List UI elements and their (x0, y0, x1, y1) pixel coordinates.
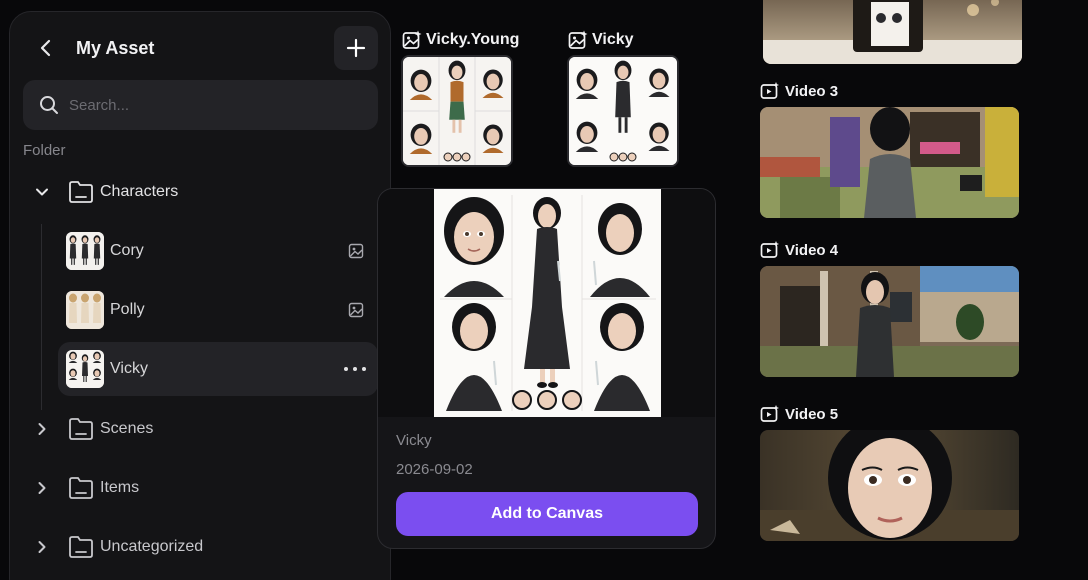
asset-title-vicky-young: Vicky.Young (402, 30, 519, 50)
character-label: Polly (110, 301, 145, 318)
image-icon (348, 302, 364, 318)
character-thumbnail (66, 350, 104, 388)
folder-items[interactable]: Items (10, 468, 390, 508)
video-thumbnail-3[interactable] (760, 107, 1019, 218)
character-thumbnail (66, 232, 104, 270)
character-label: Cory (110, 242, 144, 259)
folder-label: Scenes (100, 420, 154, 437)
character-item-polly[interactable]: Polly (58, 283, 378, 337)
search-input[interactable] (69, 80, 359, 130)
asset-panel: My Asset Folder Characters (9, 11, 391, 580)
video-title-4: Video 4 (760, 241, 838, 259)
add-to-canvas-button[interactable]: Add to Canvas (396, 492, 698, 536)
folder-label: Characters (100, 183, 179, 200)
asset-preview-popover: Vicky 2026-09-02 Add to Canvas (377, 188, 716, 549)
video-thumbnail-5[interactable] (760, 430, 1019, 541)
asset-title-vicky: Vicky (568, 30, 634, 50)
folder-scenes[interactable]: Scenes (10, 409, 390, 449)
folder-label: Uncategorized (100, 538, 204, 555)
preview-asset-date: 2026-09-02 (396, 461, 473, 478)
panel-title: My Asset (76, 38, 155, 58)
folder-icon (69, 181, 93, 203)
folder-icon (69, 477, 93, 499)
character-thumbnail (66, 291, 104, 329)
folder-icon (69, 536, 93, 558)
video-title-3: Video 3 (760, 82, 838, 100)
video-sparkle-icon (760, 82, 779, 99)
folder-section-label: Folder (23, 142, 66, 159)
asset-thumbnail-vicky-young[interactable] (401, 55, 513, 167)
video-thumbnail-previous[interactable] (763, 0, 1022, 64)
tree-guide-line (41, 224, 42, 410)
video-label: Video 3 (785, 82, 839, 100)
video-thumbnail-4[interactable] (760, 266, 1019, 377)
folder-icon (69, 418, 93, 440)
character-item-cory[interactable]: Cory (58, 224, 378, 278)
video-sparkle-icon (760, 405, 779, 422)
chevron-right-icon (38, 482, 46, 494)
chevron-right-icon (38, 541, 46, 553)
video-label: Video 4 (785, 241, 839, 259)
asset-label: Vicky (592, 31, 634, 48)
search-icon (40, 96, 58, 114)
image-icon (348, 243, 364, 259)
preview-asset-name: Vicky (396, 432, 432, 449)
video-title-5: Video 5 (760, 405, 838, 423)
folder-characters[interactable]: Characters (10, 172, 390, 212)
folder-label: Items (100, 479, 140, 496)
more-options-icon[interactable] (344, 359, 366, 379)
chevron-right-icon (38, 423, 46, 435)
add-asset-button[interactable] (334, 26, 378, 70)
plus-icon (346, 38, 366, 58)
image-sparkle-icon (402, 30, 422, 49)
folder-uncategorized[interactable]: Uncategorized (10, 527, 390, 567)
character-item-vicky[interactable]: Vicky (58, 342, 378, 396)
asset-thumbnail-vicky[interactable] (567, 55, 679, 167)
video-label: Video 5 (785, 405, 839, 423)
asset-label: Vicky.Young (426, 31, 520, 48)
character-sheet-preview (434, 189, 661, 417)
search-box (23, 80, 378, 130)
chevron-down-icon (36, 188, 48, 196)
image-sparkle-icon (568, 30, 588, 49)
back-arrow-icon[interactable] (36, 38, 56, 58)
character-label: Vicky (110, 360, 148, 377)
video-sparkle-icon (760, 241, 779, 258)
